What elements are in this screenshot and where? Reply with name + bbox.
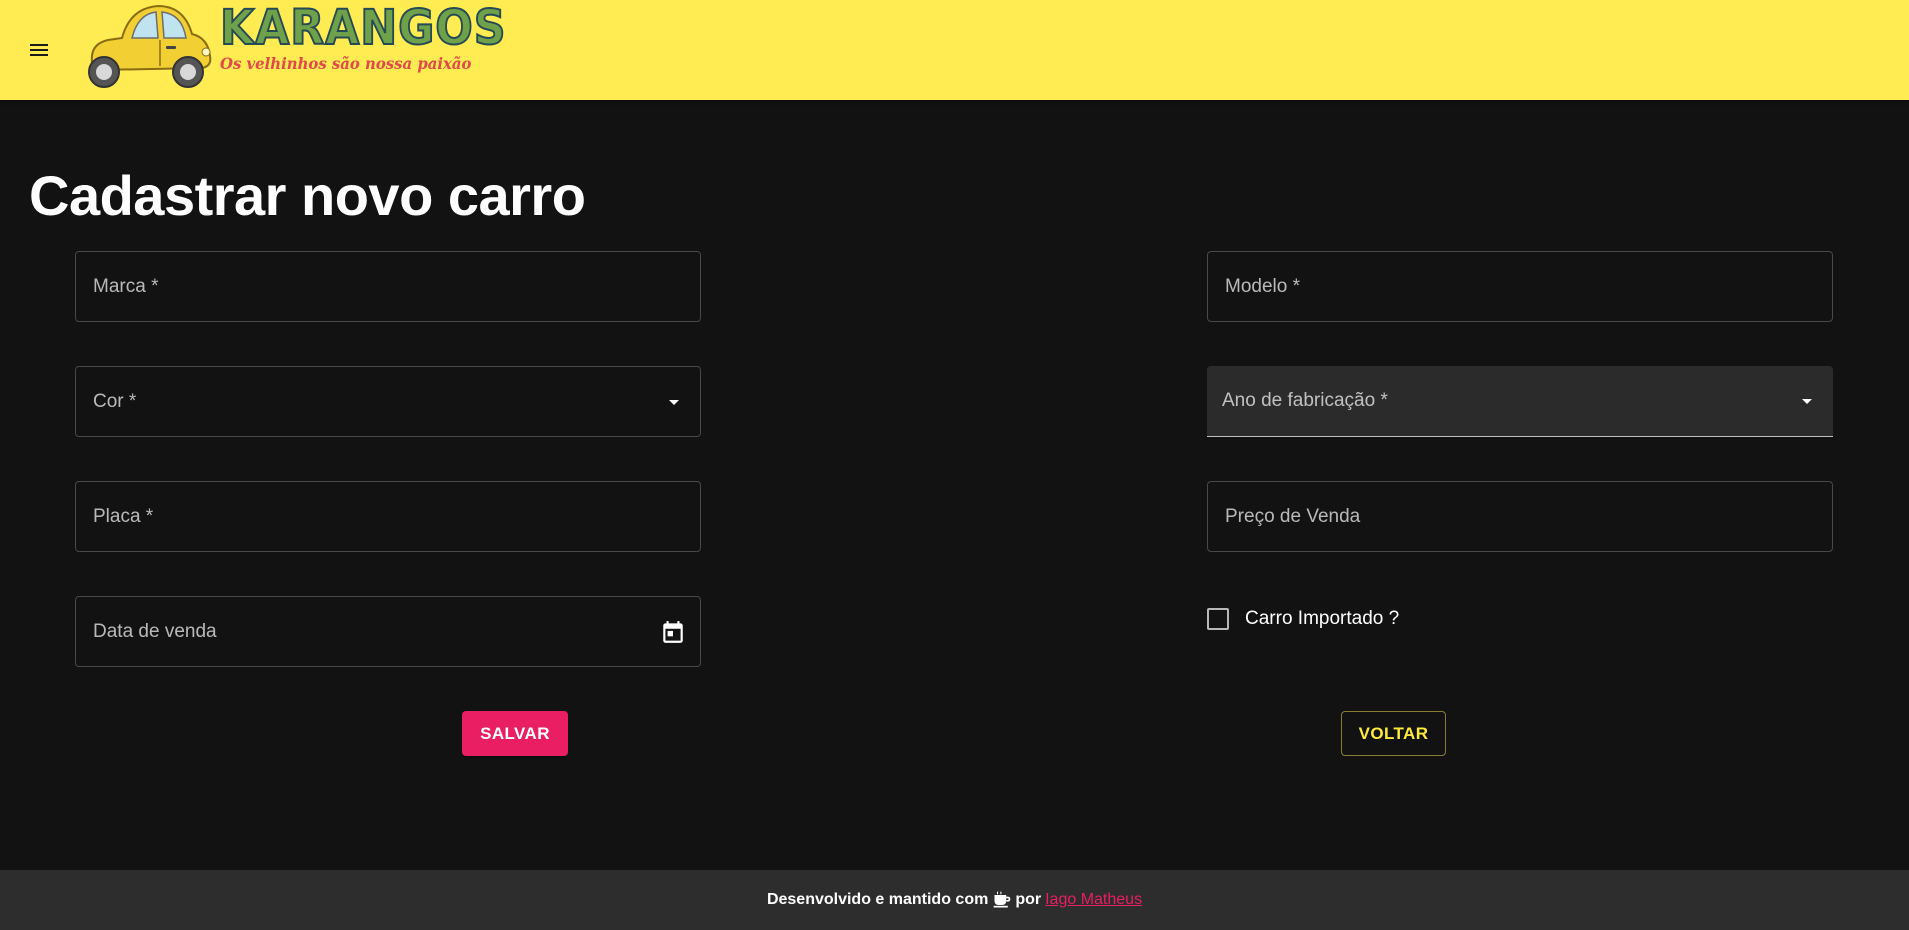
placa-field[interactable]: Placa * xyxy=(75,481,701,552)
menu-icon xyxy=(30,44,48,56)
ano-fabricacao-select[interactable]: Ano de fabricação * xyxy=(1207,366,1833,437)
preco-venda-field[interactable]: Preço de Venda xyxy=(1207,481,1833,552)
footer-por: por xyxy=(1015,891,1042,908)
ano-fabricacao-label: Ano de fabricação * xyxy=(1222,390,1388,411)
brand-name: KARANGOS xyxy=(219,0,507,56)
page-title: Cadastrar novo carro xyxy=(29,164,586,227)
app-bar: KARANGOS Os velhinhos são nossa paixão xyxy=(0,0,1909,100)
data-venda-label: Data de venda xyxy=(93,620,217,642)
coffee-icon xyxy=(992,890,1012,910)
brand-tagline: Os velhinhos são nossa paixão xyxy=(220,54,472,73)
yellow-car-icon xyxy=(88,4,212,88)
footer-text: Desenvolvido e mantido com xyxy=(766,891,989,908)
data-venda-field[interactable]: Data de venda xyxy=(75,596,701,667)
back-button[interactable]: VOLTAR xyxy=(1341,711,1446,756)
preco-venda-label: Preço de Venda xyxy=(1225,505,1361,527)
placa-label: Placa * xyxy=(93,505,154,527)
calendar-icon[interactable] xyxy=(660,619,686,645)
cor-label: Cor * xyxy=(93,390,137,412)
footer: Desenvolvido e mantido com por Iago Math… xyxy=(0,870,1909,930)
modelo-label: Modelo * xyxy=(1225,275,1300,297)
modelo-field[interactable]: Modelo * xyxy=(1207,251,1833,322)
marca-field[interactable]: Marca * xyxy=(75,251,701,322)
importado-checkbox[interactable]: Carro Importado ? xyxy=(1207,608,1399,630)
checkbox-box[interactable] xyxy=(1207,608,1229,630)
marca-label: Marca * xyxy=(93,275,159,297)
dropdown-arrow-icon xyxy=(662,390,686,414)
author-link[interactable]: Iago Matheus xyxy=(1045,891,1142,909)
save-button[interactable]: SALVAR xyxy=(462,711,568,756)
brand-logo[interactable]: KARANGOS Os velhinhos são nossa paixão xyxy=(84,0,506,90)
menu-button[interactable] xyxy=(22,36,56,64)
importado-label: Carro Importado ? xyxy=(1245,608,1400,629)
dropdown-arrow-icon xyxy=(1795,389,1819,413)
cor-select[interactable]: Cor * xyxy=(75,366,701,437)
